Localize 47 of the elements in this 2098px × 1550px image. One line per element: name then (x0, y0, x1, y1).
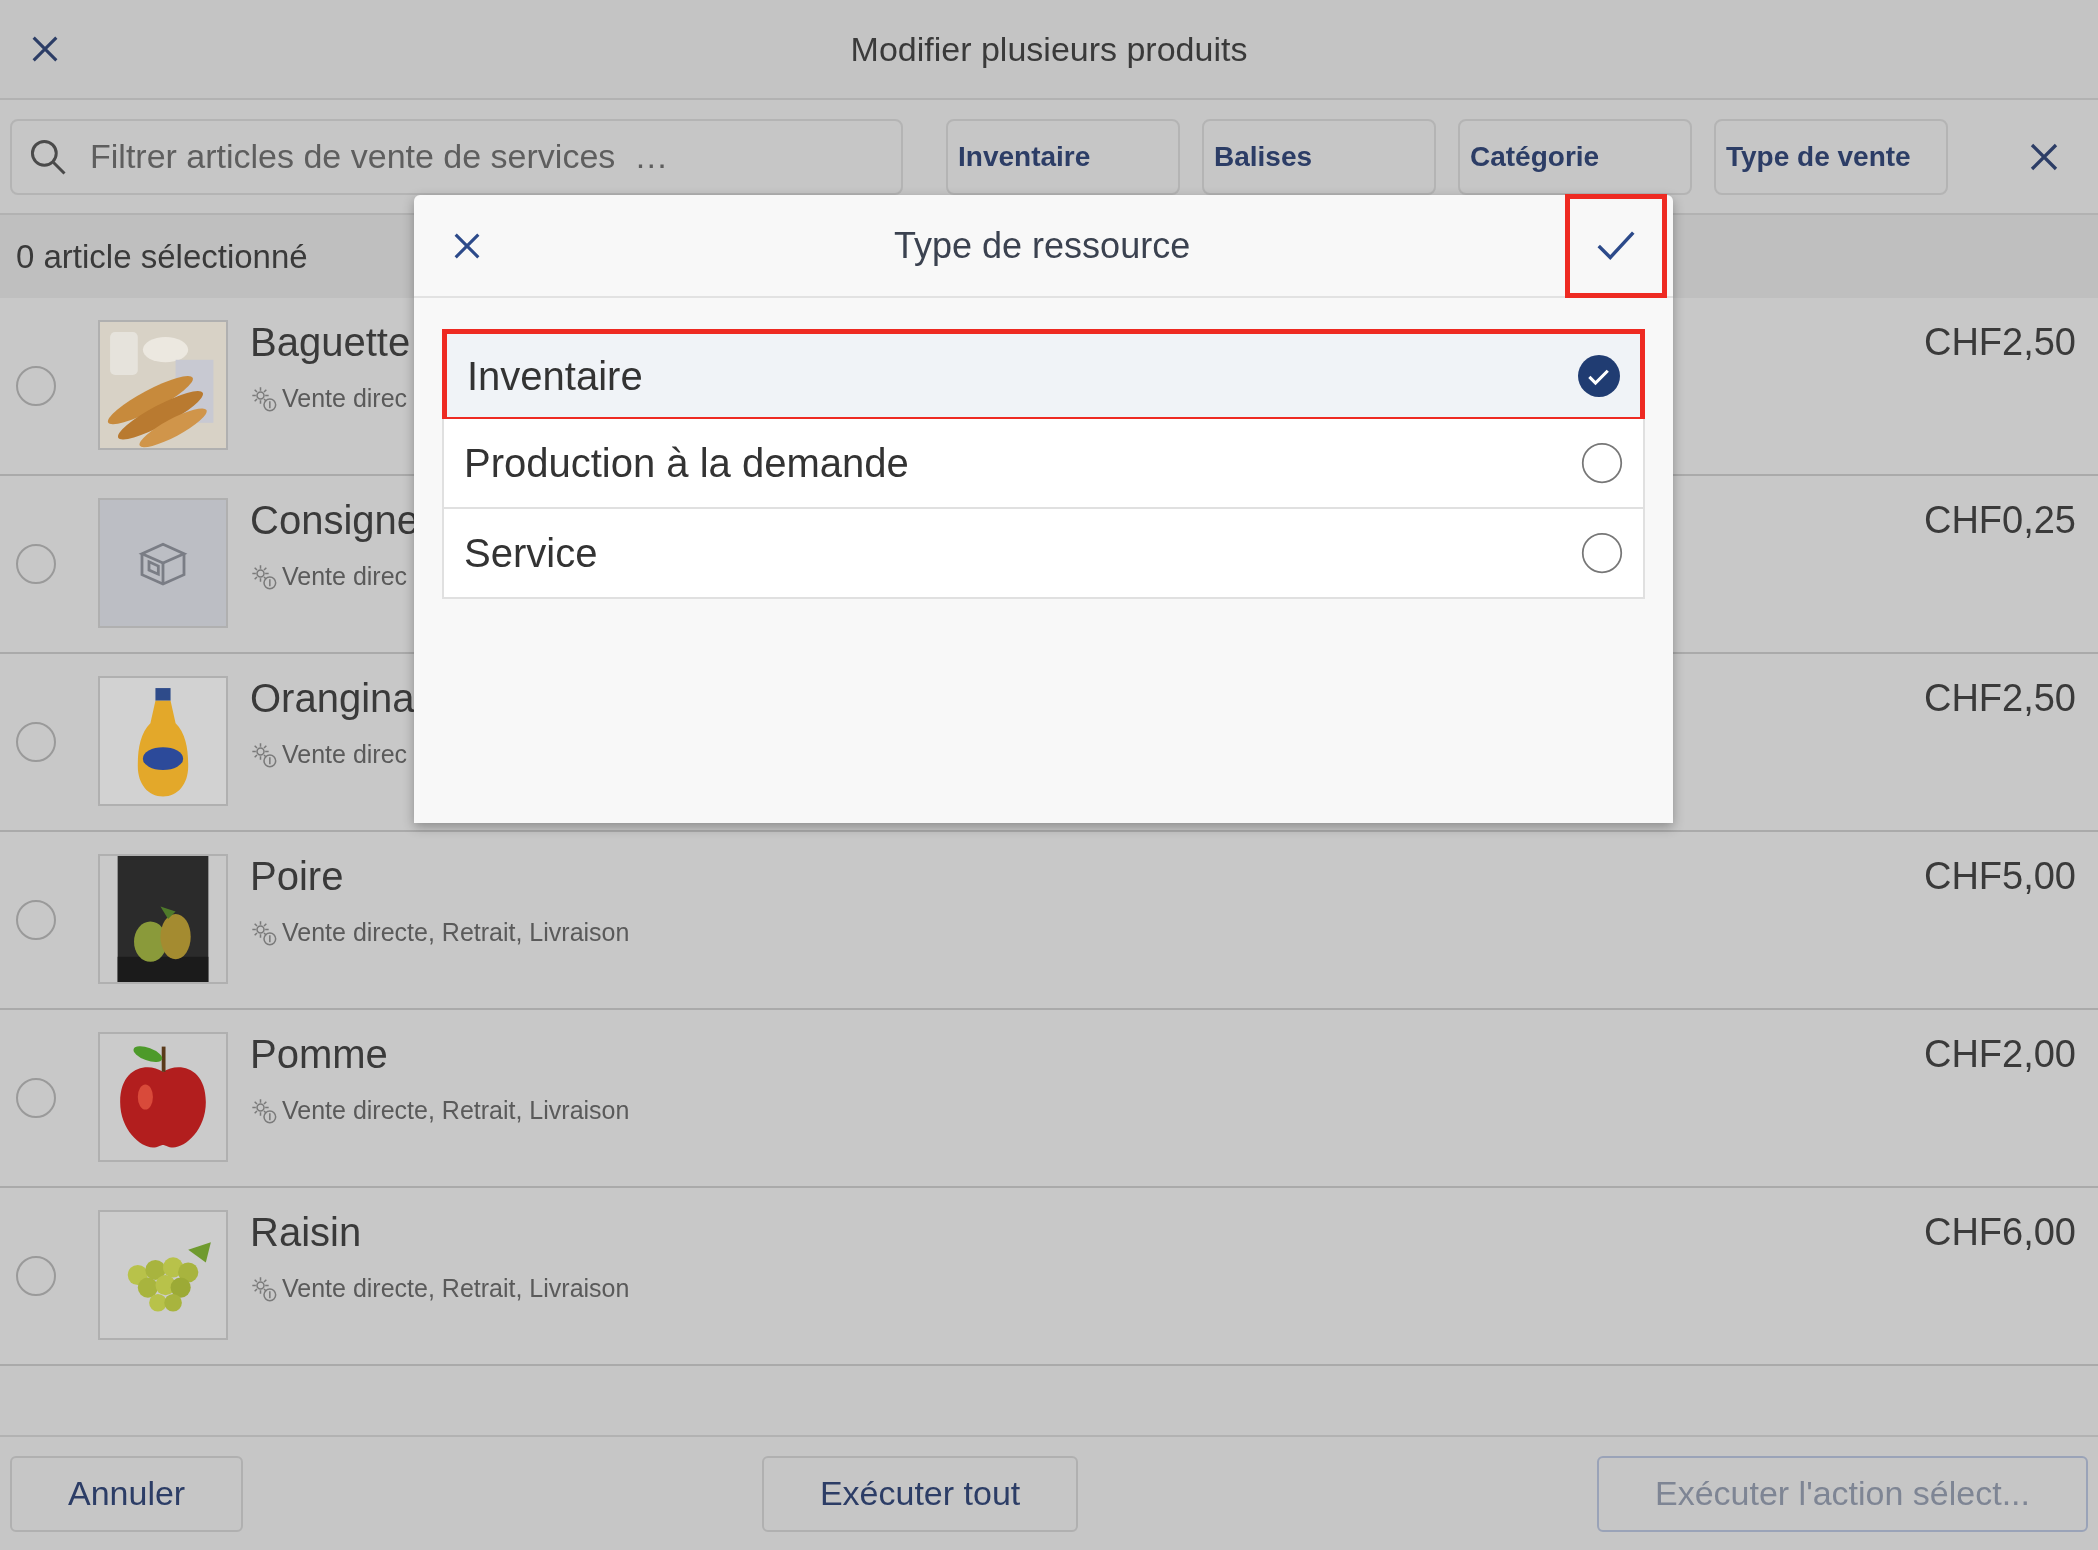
sales-channels: Vente direc (282, 739, 408, 770)
filter-button[interactable]: Catégorie (1458, 118, 1692, 195)
sales-channels: Vente direc (282, 383, 408, 414)
select-radio[interactable] (16, 722, 56, 762)
filter-button[interactable]: Inventaire (946, 118, 1180, 195)
product-name: Orangina (250, 675, 415, 722)
confirm-button[interactable] (1565, 193, 1667, 298)
product-name: Baguette (250, 319, 411, 366)
product-price: CHF0,25 (1923, 498, 2076, 543)
checked-radio-icon (1578, 354, 1620, 397)
gear-coin-icon (250, 562, 278, 591)
gear-coin-icon (250, 1096, 278, 1125)
gear-coin-icon (250, 1274, 278, 1303)
select-radio[interactable] (16, 1078, 56, 1118)
gear-coin-icon (250, 740, 278, 769)
filter-button[interactable]: Balises (1202, 118, 1436, 195)
footer-button[interactable]: Exécuter tout (761, 1455, 1079, 1532)
product-price: CHF2,50 (1923, 676, 2076, 721)
select-radio[interactable] (16, 1256, 56, 1296)
product-name: Pomme (250, 1031, 389, 1078)
product-price: CHF2,00 (1923, 1032, 2076, 1077)
product-price: CHF6,00 (1923, 1210, 2076, 1255)
search-field[interactable]: Filtrer articles de vente de services … (10, 118, 903, 195)
sales-channels: Vente direc (282, 561, 408, 592)
window-title: Modifier plusieurs produits (849, 28, 1249, 70)
option-row[interactable]: Production à la demande (442, 419, 1645, 509)
selection-count: 0 article sélectionné (16, 236, 308, 277)
product-name: Raisin (250, 1209, 363, 1256)
radio-icon (1581, 442, 1623, 484)
filter-button[interactable]: Type de vente (1714, 118, 1948, 195)
option-row[interactable]: Inventaire (442, 329, 1645, 419)
product-price: CHF5,00 (1923, 854, 2076, 899)
product-name: Poire (250, 853, 345, 900)
gear-coin-icon (250, 918, 278, 947)
radio-icon (1581, 532, 1623, 574)
select-radio[interactable] (16, 366, 56, 406)
dialog-title: Type de ressource (894, 223, 1191, 268)
sales-channels: Vente directe, Retrait, Livraison (282, 917, 630, 948)
product-name: Consigne (250, 497, 419, 544)
select-radio[interactable] (16, 900, 56, 940)
sales-channels: Vente directe, Retrait, Livraison (282, 1095, 630, 1126)
footer-button[interactable]: Annuler (10, 1455, 244, 1532)
product-price: CHF2,50 (1923, 320, 2076, 365)
sales-channels: Vente directe, Retrait, Livraison (282, 1273, 630, 1304)
select-radio[interactable] (16, 544, 56, 584)
gear-coin-icon (250, 384, 278, 413)
option-row[interactable]: Service (442, 509, 1645, 599)
